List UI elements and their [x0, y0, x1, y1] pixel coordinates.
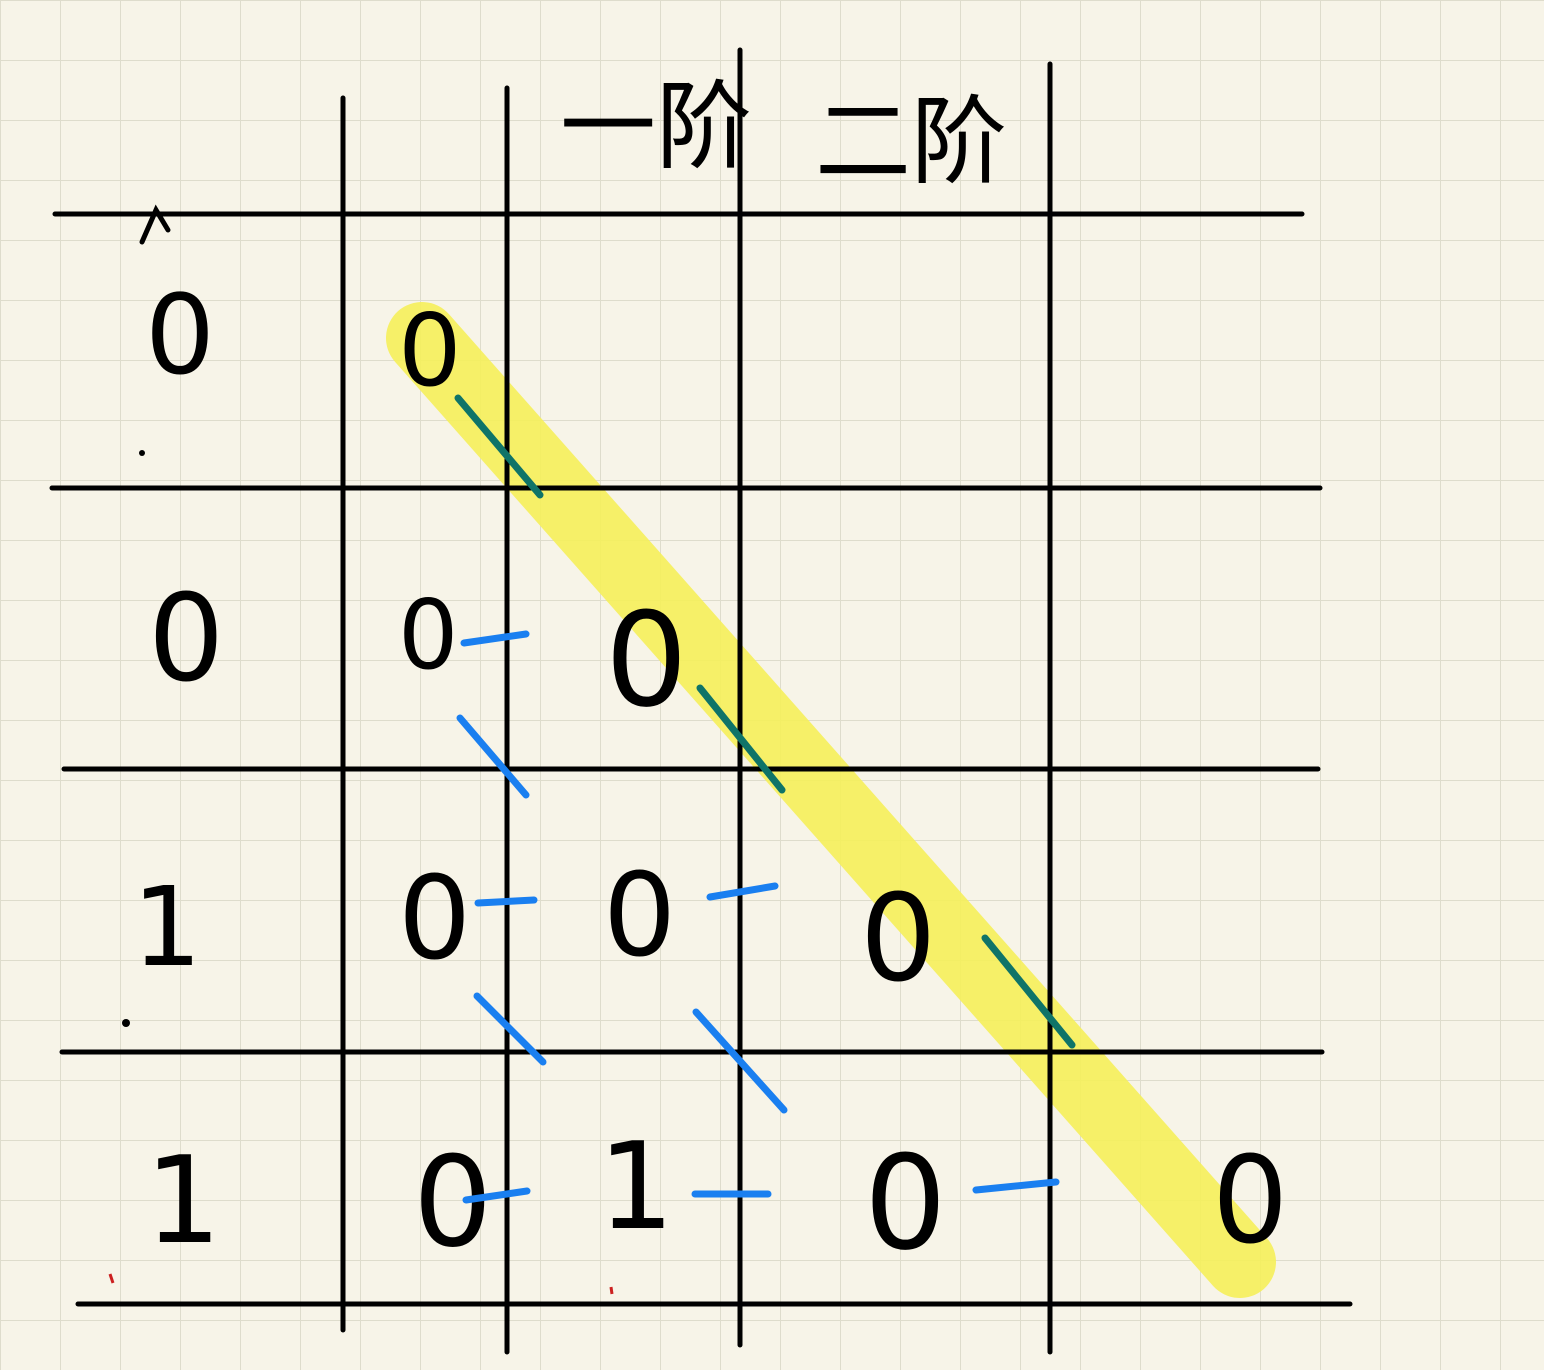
cell-r3-c2: 0: [603, 849, 676, 983]
cell-r2-c2: 0: [605, 584, 688, 736]
cell-r4-c4: 0: [1212, 1132, 1288, 1271]
difference-table-diagram: 一阶 二阶 0 0 1 1 0 0 0 0 0 0 0 1 0 0: [49, 47, 1353, 1355]
header-second-order: 二阶: [815, 86, 1007, 198]
cell-r2-c1: 0: [398, 581, 458, 691]
row-label-1: 0: [145, 271, 215, 399]
grid-paper-canvas: 一阶 二阶 0 0 1 1 0 0 0 0 0 0 0 1 0 0: [0, 0, 1544, 1370]
cell-r3-c3: 0: [860, 870, 936, 1009]
header-first-order: 一阶: [560, 71, 752, 183]
diagonal-highlight: [386, 302, 1276, 1298]
cell-r3-c1: 0: [398, 852, 471, 986]
cell-r4-c3: 0: [864, 1127, 947, 1279]
row-label-2: 0: [148, 570, 224, 709]
row-label-4: 1: [145, 1132, 221, 1271]
cell-r4-c2: 1: [598, 1118, 674, 1257]
cell-r1-c1: 0: [398, 292, 462, 409]
cell-r4-c1: 0: [413, 1130, 493, 1275]
row-label-3: 1: [132, 863, 202, 991]
